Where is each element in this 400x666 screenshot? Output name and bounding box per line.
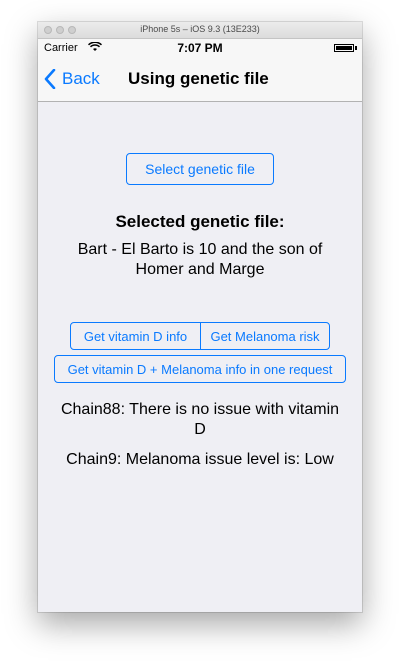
get-combined-info-button[interactable]: Get vitamin D + Melanoma info in one req… [54,355,346,383]
chevron-left-icon [44,69,56,89]
selected-file-heading: Selected genetic file: [115,212,285,231]
get-vitamin-d-button[interactable]: Get vitamin D info [70,322,201,350]
selected-file-value: Bart - El Barto is 10 and the son of Hom… [77,241,323,278]
info-button-group: Get vitamin D info Get Melanoma risk [70,322,330,350]
page-title: Using genetic file [128,69,269,88]
status-time: 7:07 PM [177,41,223,55]
simulator-title: iPhone 5s – iOS 9.3 (13E233) [140,24,260,34]
select-genetic-file-button[interactable]: Select genetic file [126,153,274,185]
status-bar: Carrier 7:07 PM [38,39,362,57]
navigation-bar: Back Using genetic file [38,57,362,102]
get-melanoma-risk-button[interactable]: Get Melanoma risk [200,322,330,350]
simulator-window: iPhone 5s – iOS 9.3 (13E233) Carrier 7:0… [38,22,362,612]
melanoma-result: Chain9: Melanoma issue level is: Low [66,451,334,468]
simulator-titlebar: iPhone 5s – iOS 9.3 (13E233) [38,22,362,39]
back-label: Back [62,69,100,88]
battery-tip [355,46,357,50]
back-button[interactable]: Back [44,65,100,93]
battery-icon [334,44,354,52]
vitamin-d-result: Chain88: There is no issue with vitamin … [60,401,340,438]
